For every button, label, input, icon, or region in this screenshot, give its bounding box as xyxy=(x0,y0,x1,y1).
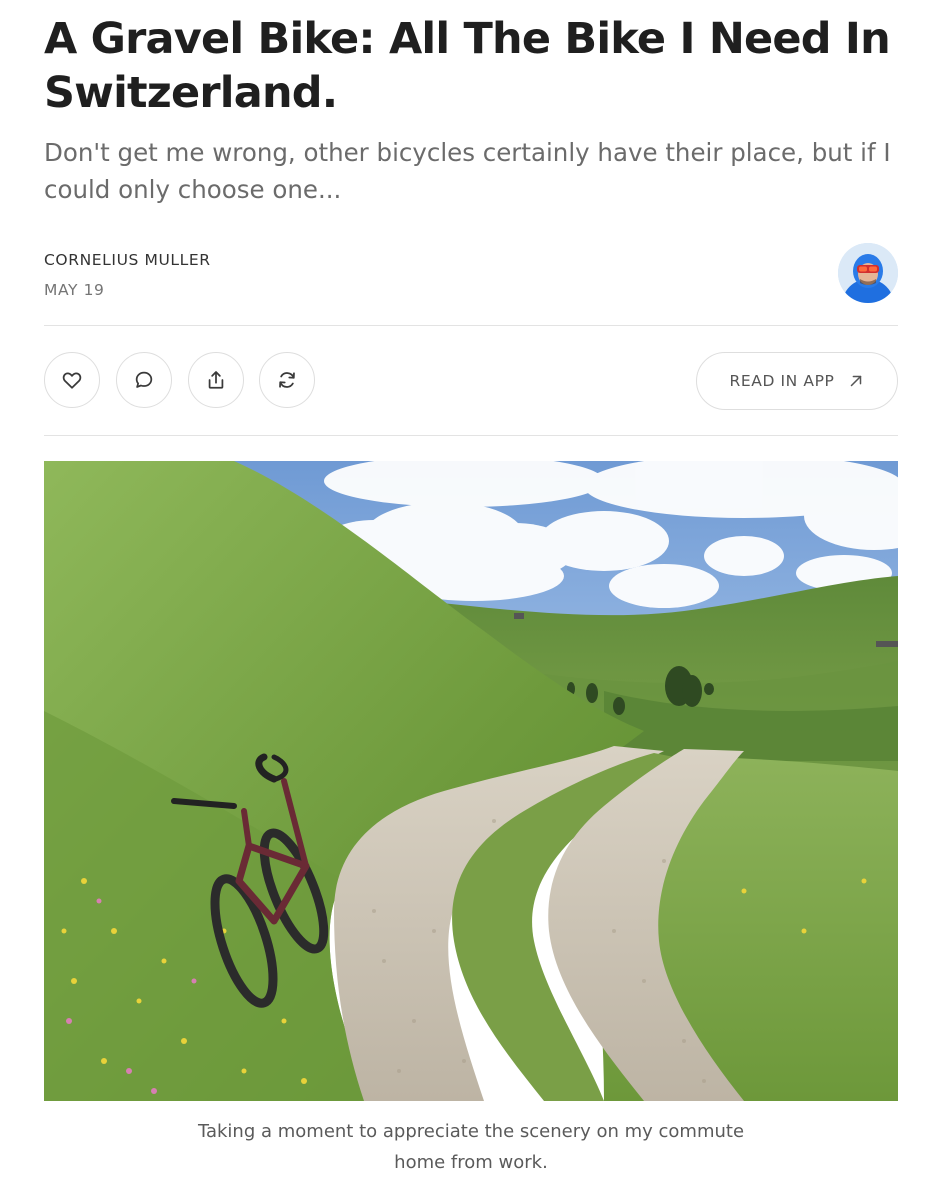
divider-bottom xyxy=(44,435,898,436)
article-page: A Gravel Bike: All The Bike I Need In Sw… xyxy=(44,0,898,1173)
arrow-up-right-icon xyxy=(850,375,861,387)
heart-icon xyxy=(62,372,82,389)
article-title: A Gravel Bike: All The Bike I Need In Sw… xyxy=(44,14,891,118)
publish-date: MAY 19 xyxy=(44,281,105,299)
share-icon xyxy=(208,371,224,389)
author-name[interactable]: CORNELIUS MULLER xyxy=(44,251,211,269)
action-bar: READ IN APP xyxy=(44,352,898,410)
share-button[interactable] xyxy=(188,352,244,408)
like-button[interactable] xyxy=(44,352,100,408)
comment-icon xyxy=(135,371,153,388)
restack-button[interactable] xyxy=(259,352,315,408)
hero-image xyxy=(44,461,898,1101)
byline: CORNELIUS MULLER MAY 19 xyxy=(44,243,898,313)
article-subtitle: Don't get me wrong, other bicycles certa… xyxy=(44,138,891,204)
comment-button[interactable] xyxy=(116,352,172,408)
avatar-image xyxy=(838,243,898,303)
author-avatar[interactable] xyxy=(838,243,898,303)
divider-top xyxy=(44,325,898,326)
image-caption-text: Taking a moment to appreciate the scener… xyxy=(197,1121,745,1173)
landscape-photo xyxy=(44,461,898,1101)
image-caption: Taking a moment to appreciate the scener… xyxy=(44,1116,898,1178)
read-in-app-button[interactable]: READ IN APP xyxy=(696,352,898,410)
read-in-app-label: READ IN APP xyxy=(729,372,835,390)
restack-icon xyxy=(279,372,295,388)
